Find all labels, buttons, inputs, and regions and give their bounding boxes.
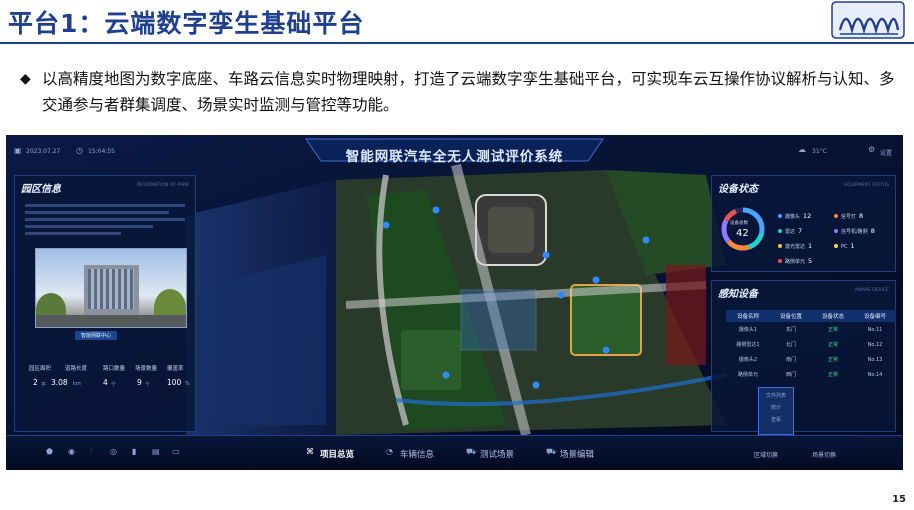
table-cell: 北门	[786, 342, 797, 348]
column-header: 设备名称	[726, 310, 771, 322]
column-header: 设备状态	[812, 310, 854, 322]
stat-label: 场景数量	[135, 366, 158, 372]
edit-icon: ⛟	[546, 447, 557, 456]
table-row[interactable]: 路侧单元 西门 正常 No.14	[726, 367, 896, 382]
device-item: 路侧单元 5	[778, 257, 812, 265]
page-number: 15	[892, 494, 906, 505]
device-status-title: 设备状态	[718, 184, 758, 195]
table-cell: No.12	[867, 341, 883, 348]
device-total-label: 设备总数	[730, 221, 748, 226]
nav-item-vehicle[interactable]: 车辆信息	[400, 448, 434, 460]
overview-icon: ⌘	[306, 447, 314, 456]
system-title: 智能网联汽车全无人测试评价系统	[345, 149, 564, 165]
bottom-nav-bar: ⬟ ◉ ⫶ ◎ ▮ ▤ ▭ ⌘ 项目总览 ◔ 车辆信息 ⛟ 测试场景 ⛟ 场景编…	[6, 435, 903, 470]
stat-value: 4	[103, 378, 108, 387]
table-cell: 摄像头1	[738, 327, 758, 333]
sensing-device-subtitle: AWARE DEVICE	[854, 288, 889, 293]
device-item: 激光雷达 1	[778, 242, 812, 250]
stat-unit: km	[73, 381, 81, 387]
table-row[interactable]: 路侧雷达1 北门 正常 No.12	[726, 337, 896, 352]
stat-value: 100	[167, 378, 182, 387]
sensing-device-title: 感知设备	[718, 289, 758, 300]
bullet-paragraph: ◆ 以高精度地图为数字底座、车路云信息实时物理映射，打造了云端数字孪生基础平台，…	[20, 66, 900, 118]
platform-screenshot: ▣ 2023.07.27 ◷ 15:04:55 ☁ 31°C ⚙ 设置 智能网联…	[6, 135, 903, 470]
scene-icon: ⛟	[466, 447, 477, 456]
stat-unit: 个	[111, 382, 117, 388]
device-item: 信号机/路侧 8	[834, 227, 875, 235]
column-header: 设备位置	[770, 310, 813, 322]
table-cell: 东门	[786, 327, 797, 333]
stat-value: 2	[33, 378, 38, 387]
signal-icon[interactable]: ⫶	[90, 447, 92, 457]
table-cell: 南门	[786, 357, 797, 363]
device-item: 信号灯 8	[834, 212, 863, 220]
park-photo	[35, 248, 187, 328]
column-header: 设备编号	[854, 310, 896, 322]
stat-label: 路口数量	[103, 366, 126, 372]
table-cell: 摄像头2	[738, 357, 758, 363]
table-cell: 正常	[828, 342, 839, 348]
table-cell: No.11	[867, 326, 883, 333]
pc-icon[interactable]: ▭	[172, 447, 180, 456]
stat-value: 9	[137, 378, 142, 387]
park-info-panel: 园区信息 INFORMATION OF PARK 智能网联中心 园区面积 道路长…	[14, 175, 196, 432]
stat-unit: 个	[145, 382, 151, 388]
photo-caption: 智能网联中心	[75, 331, 118, 340]
nav-item-overview[interactable]: 项目总览	[320, 448, 354, 460]
vehicle-icon: ◔	[386, 447, 393, 456]
stat-label: 园区面积	[29, 366, 52, 372]
stat-label: 道路长度	[65, 366, 88, 372]
device-status-subtitle: EQUIPMENT STATUS	[844, 183, 889, 188]
table-cell: 正常	[828, 357, 839, 363]
scene-switch-button[interactable]: 场景切换	[812, 450, 836, 459]
stat-value: 3.08	[51, 378, 68, 387]
popup-item[interactable]: 统计	[759, 404, 793, 411]
nav-item-test-scene[interactable]: 测试场景	[480, 448, 514, 460]
slide-title: 平台1：云端数字孪生基础平台	[8, 9, 365, 38]
park-info-subtitle: INFORMATION OF PARK	[136, 183, 189, 188]
device-item: 摄像头 12	[778, 212, 811, 220]
stat-unit: 平	[41, 382, 47, 388]
camera-icon[interactable]: ◉	[68, 447, 75, 456]
diamond-bullet-icon: ◆	[20, 71, 31, 87]
rsu-icon[interactable]: ▤	[152, 447, 160, 456]
device-total-value: 42	[736, 228, 749, 239]
university-logo-icon	[831, 1, 905, 39]
title-rule	[0, 42, 914, 44]
park-info-title: 园区信息	[21, 184, 61, 195]
nav-item-scene-edit[interactable]: 场景编辑	[560, 448, 594, 460]
table-cell: 路侧雷达1	[736, 342, 760, 348]
bullet-text: 以高精度地图为数字底座、车路云信息实时物理映射，打造了云端数字孪生基础平台，可实…	[42, 70, 895, 114]
popup-item[interactable]: 文件列表	[759, 392, 793, 399]
popup-item[interactable]: 查看	[759, 416, 793, 423]
table-cell: 西门	[786, 372, 797, 378]
table-row[interactable]: 摄像头1 东门 正常 No.11	[726, 322, 896, 337]
device-item: PC 1	[834, 242, 855, 250]
sensing-device-table: 设备名称 设备位置 设备状态 设备编号 摄像头1 东门 正常 No.11 路侧雷…	[726, 310, 896, 382]
table-cell: No.14	[867, 371, 883, 378]
table-header-row: 设备名称 设备位置 设备状态 设备编号	[726, 310, 896, 322]
light-icon[interactable]: ▮	[132, 447, 136, 456]
area-switch-button[interactable]: 区域切换	[754, 450, 778, 459]
stat-unit: %	[185, 381, 190, 387]
table-cell: No.13	[867, 356, 883, 363]
table-cell: 正常	[828, 372, 839, 378]
device-item: 雷达 7	[778, 227, 802, 235]
radar-icon[interactable]: ◎	[110, 447, 117, 456]
popup-menu: 文件列表 统计 查看	[758, 387, 794, 435]
table-cell: 正常	[828, 327, 839, 333]
table-row[interactable]: 摄像头2 南门 正常 No.13	[726, 352, 896, 367]
stat-label: 覆盖率	[167, 366, 184, 372]
shield-icon[interactable]: ⬟	[46, 447, 53, 456]
device-status-panel: 设备状态 EQUIPMENT STATUS 设备总数 42 摄像头 12 雷达 7 …	[711, 175, 896, 272]
table-cell: 路侧单元	[738, 372, 759, 378]
